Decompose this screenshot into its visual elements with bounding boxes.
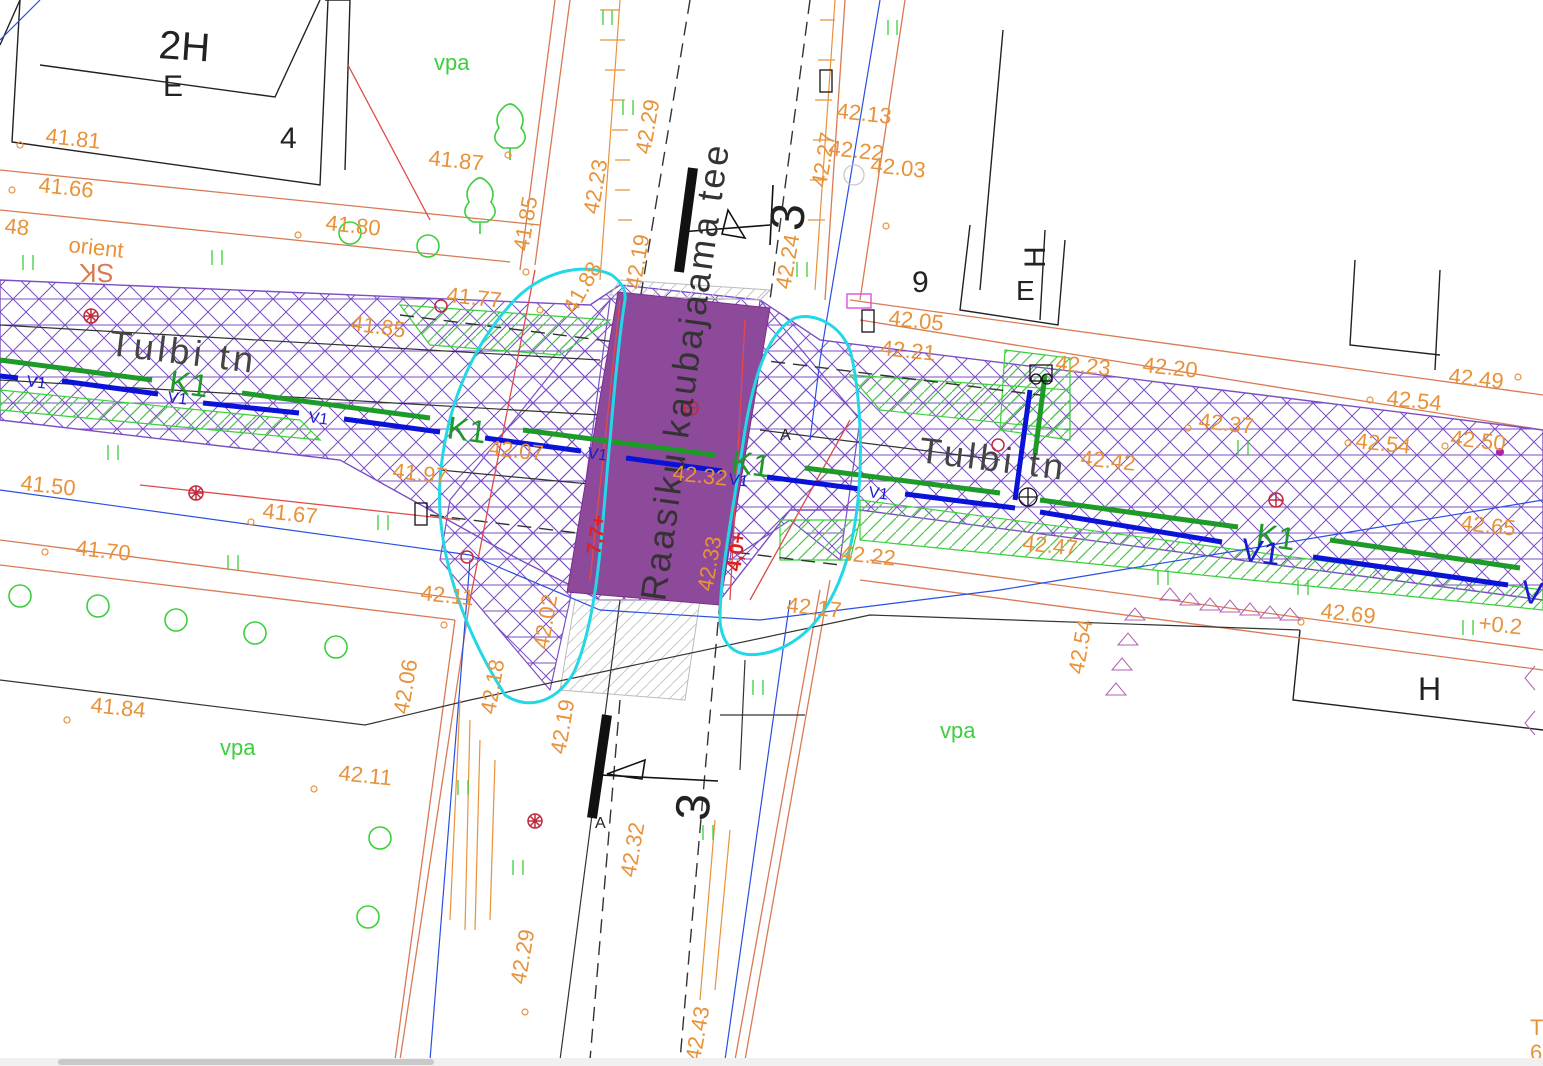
v1-label-small-5: V1	[727, 471, 749, 491]
v1-label-small-3: V1	[307, 409, 329, 429]
section-label-bottom: 3	[666, 791, 721, 822]
building-label-2h: 2H	[157, 23, 211, 70]
section-label-top: 3	[761, 201, 816, 232]
v1-label-small-2: V1	[166, 389, 188, 409]
area-label-vpa-bottom-right: vpa	[940, 718, 976, 743]
elevation-plus-0-2: +0.2	[1477, 610, 1523, 639]
building-label-h-right: H	[1019, 246, 1052, 268]
v1-label-small-6: V1	[867, 484, 889, 504]
building-label-h-bottom: H	[1418, 671, 1441, 707]
scrollbar-thumb[interactable]	[58, 1059, 434, 1065]
horizontal-scrollbar[interactable]	[0, 1058, 1543, 1066]
v1-label-big: V1	[1239, 531, 1283, 572]
v1-label-small-1: V1	[25, 373, 47, 393]
building-label-2h-e: E	[163, 70, 183, 103]
building-label-4: 4	[280, 122, 297, 155]
area-label-vpa-top: vpa	[434, 50, 470, 75]
building-label-9: 9	[912, 266, 929, 299]
area-label-vpa-bottom-left: vpa	[220, 735, 256, 760]
section-letter-bottom: A	[595, 815, 606, 832]
edge-mark-t: T	[1530, 1015, 1543, 1040]
v1-label-small-4: V1	[586, 445, 608, 465]
building-label-h-right-e: E	[1016, 275, 1035, 306]
v1-label-edge: V	[1519, 573, 1543, 612]
site-plan-map: 2H E 4 9 H E H Tulbi tn Tulbi tn Raasiku…	[0, 0, 1543, 1066]
area-label-sk: SK	[79, 258, 114, 288]
k1-label-b: K1	[445, 409, 489, 450]
elevation-48: 48	[3, 213, 30, 240]
section-letter-top: A	[780, 427, 791, 444]
